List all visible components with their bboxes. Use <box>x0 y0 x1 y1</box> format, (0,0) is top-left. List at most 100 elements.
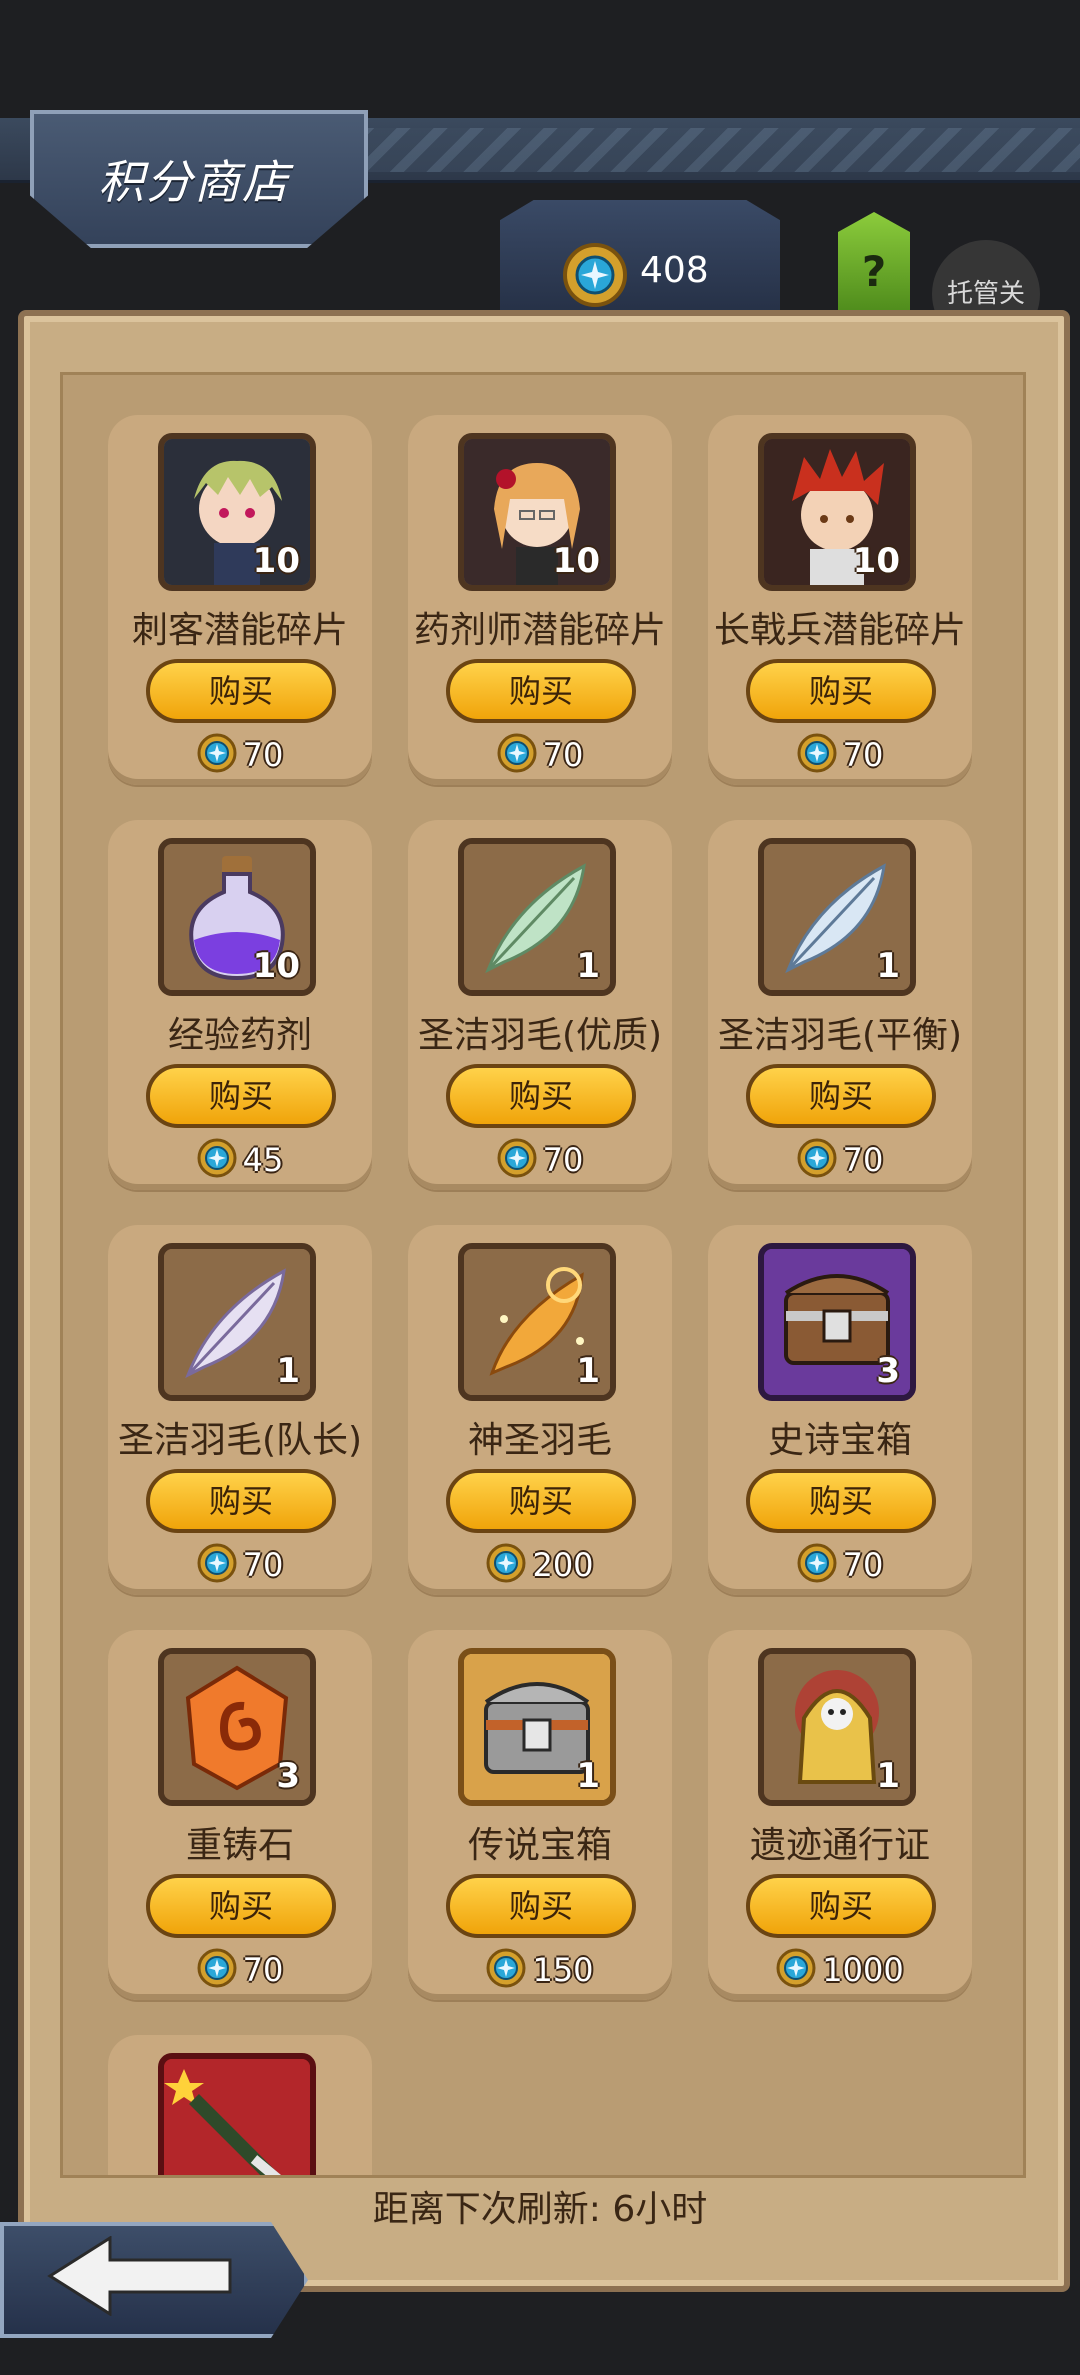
points-value: 408 <box>640 250 709 291</box>
shop-item-card[interactable]: 1 神圣羽毛 购买 200 <box>408 1225 672 1595</box>
points-medal-icon <box>797 733 837 773</box>
purple-feather-icon: 1 <box>158 1243 316 1401</box>
price-value: 70 <box>542 1141 584 1179</box>
shop-item-card[interactable]: 10 刺客潜能碎片购买 70 <box>108 415 372 785</box>
points-medal-icon <box>486 1948 526 1988</box>
buy-button[interactable]: 购买 <box>446 1064 636 1128</box>
item-name: 史诗宝箱 <box>767 1420 912 1461</box>
halberdier-portrait-icon: 10 <box>758 433 916 591</box>
points-medal-icon <box>197 1138 237 1178</box>
buy-button[interactable]: 购买 <box>446 659 636 723</box>
back-arrow-icon <box>47 2236 232 2316</box>
buy-button[interactable]: 购买 <box>446 1874 636 1938</box>
shop-item-card[interactable]: 10 药剂师潜能碎片 购买 70 <box>408 415 672 785</box>
item-price: 70 <box>408 1138 672 1182</box>
item-quantity: 1 <box>576 1756 600 1796</box>
price-value: 70 <box>842 736 884 774</box>
item-name: 遗迹通行证 <box>749 1825 930 1866</box>
price-value: 150 <box>532 1951 594 1989</box>
item-name: 圣洁羽毛(队长) <box>117 1420 363 1461</box>
weapon-card-icon <box>158 2053 316 2175</box>
shop-item-card[interactable]: 3 史诗宝箱购买 70 <box>708 1225 972 1595</box>
epic-chest-icon: 3 <box>758 1243 916 1401</box>
points-medal-icon <box>497 1138 537 1178</box>
item-price: 70 <box>708 1138 972 1182</box>
points-medal-icon <box>797 1543 837 1583</box>
points-medal-icon <box>197 1948 237 1988</box>
item-quantity: 1 <box>576 1351 600 1391</box>
item-price: 70 <box>708 1543 972 1587</box>
buy-button[interactable]: 购买 <box>146 1874 336 1938</box>
shop-item-card[interactable] <box>108 2035 372 2175</box>
item-quantity: 1 <box>876 946 900 986</box>
item-price: 70 <box>408 733 672 777</box>
item-quantity: 10 <box>252 541 300 581</box>
blue-feather-icon: 1 <box>758 838 916 996</box>
price-value: 70 <box>242 736 284 774</box>
item-price: 150 <box>408 1948 672 1992</box>
points-medal-icon <box>776 1948 816 1988</box>
buy-button[interactable]: 购买 <box>146 1064 336 1128</box>
shop-item-card[interactable]: 1 圣洁羽毛(优质) 购买 70 <box>408 820 672 1190</box>
item-name: 传说宝箱 <box>467 1825 612 1866</box>
item-price: 70 <box>108 1543 372 1587</box>
shop-item-card[interactable]: 3 重铸石购买 70 <box>108 1630 372 2000</box>
shop-grid[interactable]: 10 刺客潜能碎片 购买 70 10 药剂师潜能碎片 购买 70 10 长戟兵潜能碎片 购买 70 10… <box>60 372 1026 2178</box>
points-medal-icon <box>197 1543 237 1583</box>
assassin-portrait-icon: 10 <box>158 433 316 591</box>
shop-item-card[interactable]: 10 长戟兵潜能碎片购买 70 <box>708 415 972 785</box>
item-price: 70 <box>708 733 972 777</box>
page-title: 积分商店 <box>98 155 290 209</box>
price-value: 70 <box>842 1546 884 1584</box>
item-quantity: 1 <box>576 946 600 986</box>
item-quantity: 1 <box>276 1351 300 1391</box>
item-quantity: 10 <box>252 946 300 986</box>
item-quantity: 10 <box>552 541 600 581</box>
buy-button[interactable]: 购买 <box>746 659 936 723</box>
points-medal-icon <box>486 1543 526 1583</box>
item-name: 圣洁羽毛(优质) <box>417 1015 663 1056</box>
buy-button[interactable]: 购买 <box>446 1469 636 1533</box>
points-medal-icon <box>563 243 627 307</box>
shop-item-card[interactable]: 1 圣洁羽毛(平衡) 购买 70 <box>708 820 972 1190</box>
item-price: 45 <box>108 1138 372 1182</box>
buy-button[interactable]: 购买 <box>746 1064 936 1128</box>
item-price: 200 <box>408 1543 672 1587</box>
item-name: 经验药剂 <box>167 1015 312 1056</box>
item-name: 重铸石 <box>185 1825 294 1866</box>
green-feather-icon: 1 <box>458 838 616 996</box>
price-value: 200 <box>532 1546 594 1584</box>
item-name: 圣洁羽毛(平衡) <box>717 1015 963 1056</box>
shop-item-card[interactable]: 1 传说宝箱购买 150 <box>408 1630 672 2000</box>
item-quantity: 3 <box>276 1756 300 1796</box>
item-name: 刺客潜能碎片 <box>131 610 348 651</box>
price-value: 70 <box>242 1546 284 1584</box>
help-button[interactable]: ? <box>838 212 910 312</box>
potion-icon: 10 <box>158 838 316 996</box>
item-quantity: 1 <box>876 1756 900 1796</box>
item-name: 长戟兵潜能碎片 <box>713 610 966 651</box>
buy-button[interactable]: 购买 <box>746 1469 936 1533</box>
item-quantity: 10 <box>852 541 900 581</box>
buy-button[interactable]: 购买 <box>746 1874 936 1938</box>
legendary-chest-icon: 1 <box>458 1648 616 1806</box>
item-price: 1000 <box>708 1948 972 1992</box>
reforge-stone-icon: 3 <box>158 1648 316 1806</box>
buy-button[interactable]: 购买 <box>146 1469 336 1533</box>
points-medal-icon <box>197 733 237 773</box>
price-value: 70 <box>542 736 584 774</box>
points-medal-icon <box>497 733 537 773</box>
item-price: 70 <box>108 1948 372 1992</box>
relic-pass-icon: 1 <box>758 1648 916 1806</box>
points-medal-icon <box>797 1138 837 1178</box>
alchemist-portrait-icon: 10 <box>458 433 616 591</box>
item-price: 70 <box>108 733 372 777</box>
shop-item-card[interactable]: 10 经验药剂购买 45 <box>108 820 372 1190</box>
shop-item-card[interactable]: 1 圣洁羽毛(队长) 购买 70 <box>108 1225 372 1595</box>
shop-item-card[interactable]: 1 遗迹通行证购买 1000 <box>708 1630 972 2000</box>
item-quantity: 3 <box>876 1351 900 1391</box>
price-value: 70 <box>842 1141 884 1179</box>
buy-button[interactable]: 购买 <box>146 659 336 723</box>
price-value: 45 <box>242 1141 284 1179</box>
golden-feather-icon: 1 <box>458 1243 616 1401</box>
